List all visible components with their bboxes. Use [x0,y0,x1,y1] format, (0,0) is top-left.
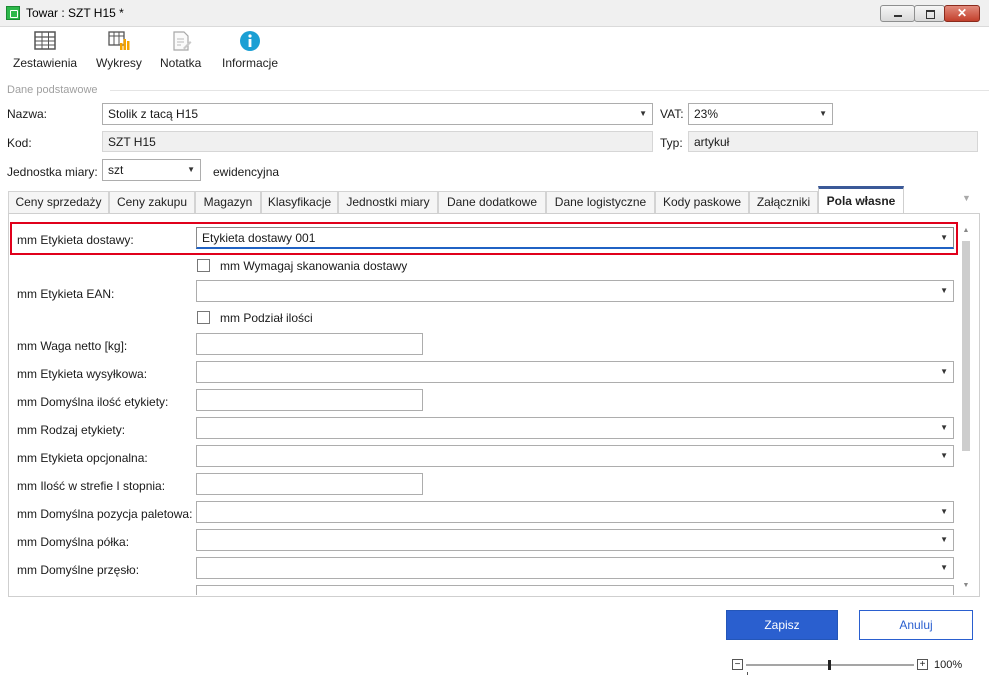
title-bar [0,0,989,27]
domyslna-polka-select[interactable]: ▼ [196,529,954,551]
chevron-down-icon: ▼ [819,109,827,118]
tab-scroll-down-icon[interactable]: ▼ [962,193,971,203]
tab-klasyfikacje[interactable]: Klasyfikacje [261,191,338,213]
tab-magazyn[interactable]: Magazyn [195,191,261,213]
table-icon [34,31,56,50]
nazwa-field[interactable]: Stolik z tacą H15 ▼ [102,103,653,125]
tab-dane-dodatkowe[interactable]: Dane dodatkowe [438,191,546,213]
kod-label: Kod: [7,136,32,150]
toolbar-wykresy-label: Wykresy [96,56,142,70]
toolbar-zestawienia-label: Zestawienia [13,56,78,70]
typ-field[interactable]: artykuł [688,131,978,152]
chevron-down-icon: ▼ [940,563,948,572]
toolbar-informacje-label: Informacje [222,56,279,70]
chart-icon [108,31,130,50]
tab-dane-logistyczne[interactable]: Dane logistyczne [546,191,655,213]
scroll-down-icon[interactable]: ▼ [961,582,971,589]
domyslna-pozycja-label: mm Domyślna pozycja paletowa: [17,507,193,521]
nazwa-value: Stolik z tacą H15 [108,107,199,121]
toolbar-wykresy-button[interactable]: Wykresy [96,30,142,70]
etykieta-opcjonalna-label: mm Etykieta opcjonalna: [17,451,148,465]
maximize-button[interactable] [914,5,945,22]
vat-label: VAT: [660,107,684,121]
section-divider [110,90,989,91]
podzial-ilosci-label: mm Podział ilości [220,311,313,325]
vat-value: 23% [694,107,719,121]
waga-netto-label: mm Waga netto [kg]: [17,339,128,353]
zoom-slider-tick [747,672,748,675]
chevron-down-icon: ▼ [940,507,948,516]
info-icon [240,31,261,51]
toolbar-notatka-button[interactable]: Notatka [160,30,201,70]
typ-label: Typ: [660,136,683,150]
etykieta-opcjonalna-select[interactable]: ▼ [196,445,954,467]
chevron-down-icon: ▼ [639,109,647,118]
toolbar-informacje-button[interactable]: Informacje [222,30,278,70]
next-field-partial [196,585,954,595]
tab-zalaczniki[interactable]: Załączniki [749,191,818,213]
jednostka-miary-value: szt [108,163,124,177]
chevron-down-icon: ▼ [940,367,948,376]
etykieta-wysylkowa-select[interactable]: ▼ [196,361,954,383]
chevron-down-icon: ▼ [940,451,948,460]
jednostka-miary-note: ewidencyjna [213,165,280,179]
nazwa-label: Nazwa: [7,107,48,121]
chevron-down-icon: ▼ [187,165,195,174]
etykieta-dostawy-value: Etykieta dostawy 001 [202,231,316,245]
tab-ceny-zakupu[interactable]: Ceny zakupu [109,191,195,213]
toolbar-zestawienia-button[interactable]: Zestawienia [13,30,77,70]
domyslne-przeslo-select[interactable]: ▼ [196,557,954,579]
etykieta-dostawy-select[interactable]: Etykieta dostawy 001 ▼ [196,227,954,249]
domyslna-ilosc-label: mm Domyślna ilość etykiety: [17,395,169,409]
domyslna-polka-label: mm Domyślna półka: [17,535,130,549]
typ-value: artykuł [694,135,730,149]
ilosc-strefie-label: mm Ilość w strefie I stopnia: [17,479,166,493]
panel-scrollbar[interactable]: ▲ ▼ [961,227,971,589]
close-button[interactable] [944,5,980,22]
section-label-dane-podstawowe: Dane podstawowe [7,84,98,96]
chevron-down-icon: ▼ [940,535,948,544]
app-icon [6,6,20,20]
chevron-down-icon: ▼ [940,286,948,295]
domyslna-pozycja-select[interactable]: ▼ [196,501,954,523]
podzial-ilosci-checkbox[interactable] [197,311,210,324]
etykieta-wysylkowa-label: mm Etykieta wysyłkowa: [17,367,148,381]
window-title: Towar : SZT H15 * [26,6,124,20]
tab-ceny-sprzedazy[interactable]: Ceny sprzedaży [8,191,109,213]
kod-value: SZT H15 [108,135,156,149]
domyslna-ilosc-input[interactable] [196,389,423,411]
scroll-up-icon[interactable]: ▲ [961,227,971,234]
wymagaj-skanowania-checkbox[interactable] [197,259,210,272]
etykieta-ean-label: mm Etykieta EAN: [17,287,115,301]
kod-field[interactable]: SZT H15 [102,131,653,152]
minimize-button[interactable] [880,5,915,22]
wymagaj-skanowania-label: mm Wymagaj skanowania dostawy [220,259,408,273]
tab-pola-wlasne[interactable]: Pola własne [818,186,904,213]
etykieta-dostawy-label: mm Etykieta dostawy: [17,233,134,247]
domyslne-przeslo-label: mm Domyślne przęsło: [17,563,140,577]
zoom-out-button[interactable]: − [732,659,743,670]
tab-kody-paskowe[interactable]: Kody paskowe [655,191,749,213]
note-icon [173,31,192,51]
cancel-button[interactable]: Anuluj [859,610,973,640]
zoom-slider-thumb[interactable] [828,660,831,670]
rodzaj-etykiety-select[interactable]: ▼ [196,417,954,439]
waga-netto-input[interactable] [196,333,423,355]
jednostka-miary-select[interactable]: szt ▼ [102,159,201,181]
zoom-level: 100% [934,659,963,671]
scrollbar-thumb[interactable] [962,241,970,451]
rodzaj-etykiety-label: mm Rodzaj etykiety: [17,423,126,437]
vat-select[interactable]: 23% ▼ [688,103,833,125]
chevron-down-icon: ▼ [940,423,948,432]
ilosc-strefie-input[interactable] [196,473,423,495]
save-button[interactable]: Zapisz [726,610,838,640]
toolbar-notatka-label: Notatka [160,56,202,70]
tab-jednostki-miary[interactable]: Jednostki miary [338,191,438,213]
zoom-in-button[interactable]: + [917,659,928,670]
chevron-down-icon: ▼ [940,233,948,242]
etykieta-ean-select[interactable]: ▼ [196,280,954,302]
jednostka-miary-label: Jednostka miary: [7,165,98,179]
